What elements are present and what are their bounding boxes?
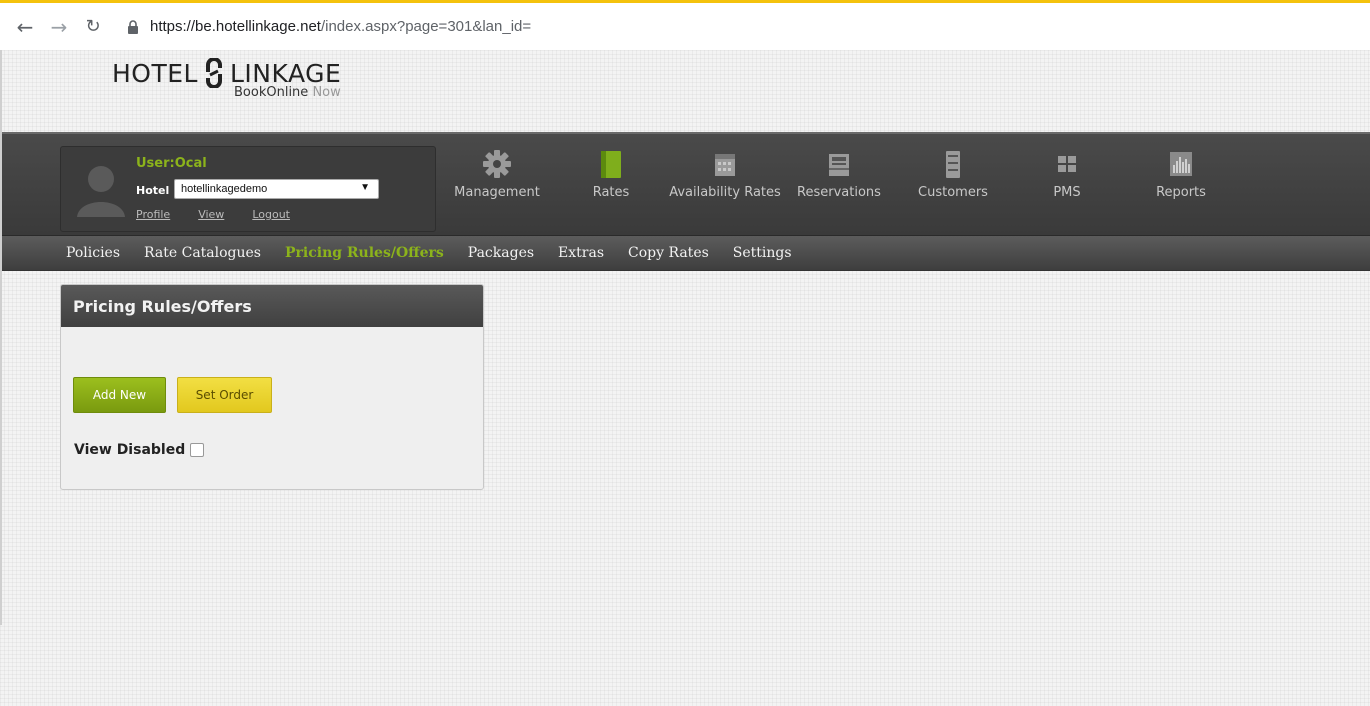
nav-pms-label: PMS: [1053, 185, 1081, 200]
logo-text-hotel: HOTEL: [112, 58, 198, 88]
logo-now: Now: [312, 85, 341, 100]
nav-reports-label: Reports: [1156, 185, 1206, 200]
user-links: Profile View Logout: [136, 208, 318, 221]
set-order-button[interactable]: Set Order: [177, 377, 272, 413]
nav-customers-label: Customers: [918, 185, 988, 200]
hotel-linkage-logo[interactable]: HOTEL LINKAGE BookOnline Now: [112, 57, 342, 100]
profile-link[interactable]: Profile: [136, 208, 170, 221]
avatar-icon: [73, 159, 129, 219]
pricing-rules-panel: Pricing Rules/Offers Add New Set Order V…: [60, 284, 484, 490]
page-background: HOTEL LINKAGE BookOnline Now User:Ocal H…: [0, 50, 1370, 706]
view-link[interactable]: View: [198, 208, 224, 221]
reload-icon[interactable]: ↻: [78, 12, 108, 42]
subnav-packages[interactable]: Packages: [468, 245, 534, 261]
subnav-extras[interactable]: Extras: [558, 245, 604, 261]
gear-icon: [483, 150, 511, 178]
nav-reports[interactable]: Reports: [1124, 148, 1238, 199]
grid-icon: [1058, 156, 1076, 172]
back-arrow-icon[interactable]: ←: [10, 12, 40, 42]
hotel-label: Hotel: [136, 184, 170, 197]
nav-rates[interactable]: Rates: [554, 148, 668, 199]
sub-nav: Policies Rate Catalogues Pricing Rules/O…: [0, 235, 1370, 271]
nav-reservations[interactable]: Reservations: [782, 148, 896, 199]
nav-customers[interactable]: Customers: [896, 148, 1010, 199]
forward-arrow-icon[interactable]: →: [44, 12, 74, 42]
nav-management[interactable]: Management: [440, 148, 554, 199]
cabinet-icon: [946, 151, 960, 178]
chain-link-icon: [204, 57, 224, 89]
top-header: User:Ocal Hotel hotellinkagedemo ▼ Profi…: [0, 132, 1370, 235]
subnav-settings[interactable]: Settings: [733, 245, 792, 261]
address-bar[interactable]: https://be.hotellinkage.net/index.aspx?p…: [124, 18, 531, 36]
nav-management-label: Management: [454, 185, 540, 200]
logo-bookonline: BookOnline: [234, 85, 309, 100]
subnav-copy-rates[interactable]: Copy Rates: [628, 245, 709, 261]
logout-link[interactable]: Logout: [252, 208, 290, 221]
nav-reservations-label: Reservations: [797, 185, 881, 200]
view-disabled-row: View Disabled: [74, 442, 205, 458]
subnav-pricing-rules-offers[interactable]: Pricing Rules/Offers: [285, 245, 444, 261]
bar-chart-icon: [1170, 152, 1192, 176]
user-name: User:Ocal: [136, 156, 207, 171]
nav-availability-rates[interactable]: Availability Rates: [668, 148, 782, 199]
nav-availability-rates-label: Availability Rates: [669, 185, 781, 200]
browser-toolbar: ← → ↻ https://be.hotellinkage.net/index.…: [0, 0, 1370, 50]
view-disabled-checkbox[interactable]: [190, 443, 205, 457]
add-new-button[interactable]: Add New: [73, 377, 166, 413]
main-nav: Management Rates Availability Rates Rese…: [440, 148, 1238, 199]
nav-rates-label: Rates: [592, 185, 630, 200]
dropdown-arrow-icon: ▼: [360, 182, 370, 193]
lock-icon: [124, 18, 142, 36]
view-disabled-label: View Disabled: [74, 442, 186, 458]
nav-pms[interactable]: PMS: [1010, 148, 1124, 199]
hotel-select-value: hotellinkagedemo: [181, 183, 268, 195]
panel-title: Pricing Rules/Offers: [61, 285, 483, 327]
logo-text-linkage: LINKAGE: [229, 58, 342, 88]
user-box: User:Ocal Hotel hotellinkagedemo ▼ Profi…: [60, 146, 436, 232]
book-icon: [601, 151, 621, 178]
url-path: /index.aspx?page=301&lan_id=: [320, 18, 532, 35]
calendar-icon: [715, 154, 735, 176]
hotel-select[interactable]: hotellinkagedemo ▼: [174, 179, 379, 199]
inbox-icon: [829, 154, 849, 176]
url-domain: https://be.hotellinkage.net: [150, 18, 321, 35]
subnav-policies[interactable]: Policies: [66, 245, 120, 261]
window-edge: [0, 50, 2, 625]
subnav-rate-catalogues[interactable]: Rate Catalogues: [144, 245, 261, 261]
